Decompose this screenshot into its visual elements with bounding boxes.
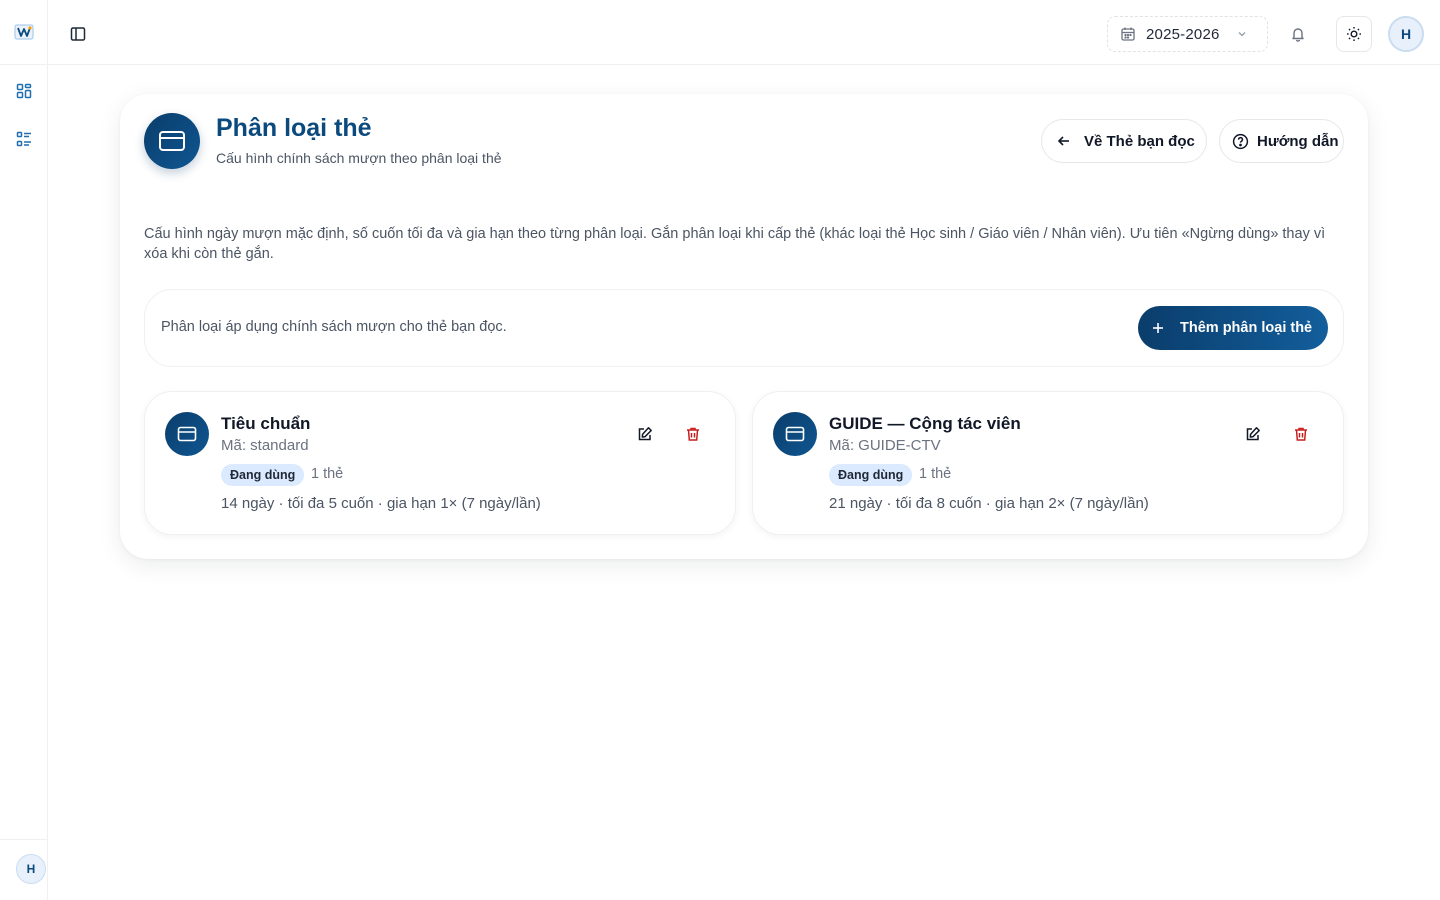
credit-card-icon xyxy=(773,412,817,456)
card-type-code: Mã: standard xyxy=(221,437,309,454)
chevron-down-icon xyxy=(1236,28,1248,40)
back-to-reader-cards-button[interactable]: Về Thẻ bạn đọc xyxy=(1041,119,1207,163)
left-rail: H xyxy=(0,0,48,900)
credit-card-icon xyxy=(165,412,209,456)
edit-icon[interactable] xyxy=(1243,424,1263,444)
edit-icon[interactable] xyxy=(635,424,655,444)
rail-divider xyxy=(0,64,47,65)
status-badge: Đang dùng xyxy=(829,464,913,486)
info-bar: Phân loại áp dụng chính sách mượn cho th… xyxy=(144,289,1344,367)
card-type-name: GUIDE — Cộng tác viên xyxy=(829,414,1021,433)
card-type-code: Mã: GUIDE-CTV xyxy=(829,437,941,454)
help-circle-icon xyxy=(1232,133,1249,150)
card-count: 1 thẻ xyxy=(919,466,952,482)
trash-icon[interactable] xyxy=(683,424,703,444)
credit-card-icon xyxy=(144,113,200,169)
sidebar-avatar[interactable]: H xyxy=(16,854,46,884)
card-type-name: Tiêu chuẩn xyxy=(221,414,311,433)
user-avatar[interactable]: H xyxy=(1388,16,1424,52)
bell-icon[interactable] xyxy=(1288,24,1308,44)
dashboard-grid-icon[interactable] xyxy=(14,81,34,101)
add-card-type-button[interactable]: Thêm phân loại thẻ xyxy=(1138,306,1328,350)
list-icon[interactable] xyxy=(14,129,34,149)
guide-button[interactable]: Hướng dẫn xyxy=(1219,119,1344,163)
rail-bottom-divider xyxy=(0,839,47,840)
sun-icon xyxy=(1346,26,1362,42)
sidebar-toggle-icon[interactable] xyxy=(68,24,88,44)
arrow-left-icon xyxy=(1056,133,1072,149)
card-type-item: GUIDE — Cộng tác viên Mã: GUIDE-CTV Đang… xyxy=(752,391,1344,535)
status-badge: Đang dùng xyxy=(221,464,305,486)
school-year-value: 2025-2026 xyxy=(1146,25,1220,43)
app-logo[interactable] xyxy=(14,22,34,42)
top-bar: 2025-2026 H xyxy=(48,0,1440,65)
card-count: 1 thẻ xyxy=(311,466,344,482)
card-type-item: Tiêu chuẩn Mã: standard Đang dùng 1 thẻ … xyxy=(144,391,736,535)
info-text: Phân loại áp dụng chính sách mượn cho th… xyxy=(161,319,507,335)
page-title: Phân loại thẻ xyxy=(216,114,372,142)
theme-toggle-button[interactable] xyxy=(1336,16,1372,52)
guide-button-label: Hướng dẫn xyxy=(1257,132,1339,150)
add-button-label: Thêm phân loại thẻ xyxy=(1180,320,1313,336)
school-year-select[interactable]: 2025-2026 xyxy=(1107,16,1268,52)
calendar-icon xyxy=(1120,26,1136,42)
page-description: Cấu hình ngày mượn mặc định, số cuốn tối… xyxy=(144,226,1326,262)
main-card: Phân loại thẻ Cấu hình chính sách mượn t… xyxy=(120,94,1368,559)
trash-icon[interactable] xyxy=(1291,424,1311,444)
card-type-policy: 21 ngày · tối đa 8 cuốn · gia hạn 2× (7 … xyxy=(829,495,1149,512)
back-button-label: Về Thẻ bạn đọc xyxy=(1084,132,1195,150)
card-type-policy: 14 ngày · tối đa 5 cuốn · gia hạn 1× (7 … xyxy=(221,495,541,512)
plus-icon xyxy=(1150,320,1166,336)
page-subtitle: Cấu hình chính sách mượn theo phân loại … xyxy=(216,150,502,166)
